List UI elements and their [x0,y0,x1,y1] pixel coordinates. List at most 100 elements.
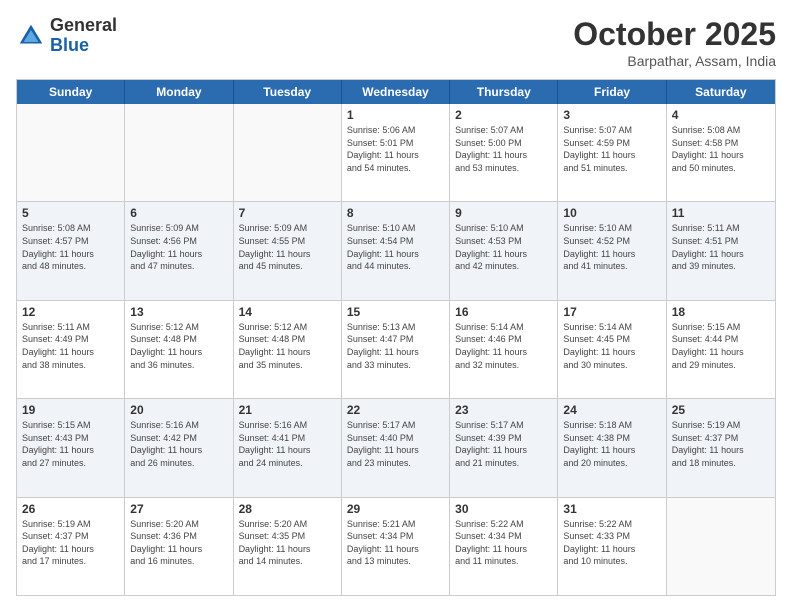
day-number: 11 [672,206,770,220]
weekday-header: Thursday [450,80,558,104]
calendar-row: 1 Sunrise: 5:06 AM Sunset: 5:01 PM Daylig… [17,104,775,202]
day-info: Sunrise: 5:16 AM Sunset: 4:41 PM Dayligh… [239,419,336,469]
day-info: Sunrise: 5:14 AM Sunset: 4:46 PM Dayligh… [455,321,552,371]
weekday-header: Tuesday [234,80,342,104]
day-cell: 14Sunrise: 5:12 AM Sunset: 4:48 PM Dayli… [234,301,342,398]
day-cell: 17Sunrise: 5:14 AM Sunset: 4:45 PM Dayli… [558,301,666,398]
day-number: 8 [347,206,444,220]
empty-cell [667,498,775,595]
day-cell: 27 Sunrise: 5:20 AM Sunset: 4:36 PM Dayli… [125,498,233,595]
logo-general-text: General [50,16,117,36]
day-cell: 1 Sunrise: 5:06 AM Sunset: 5:01 PM Daylig… [342,104,450,201]
day-info: Sunrise: 5:22 AM Sunset: 4:33 PM Dayligh… [563,518,660,568]
header: General Blue October 2025 Barpathar, Ass… [16,16,776,69]
weekday-header: Friday [558,80,666,104]
day-number: 9 [455,206,552,220]
weekday-header: Sunday [17,80,125,104]
day-info: Sunrise: 5:21 AM Sunset: 4:34 PM Dayligh… [347,518,444,568]
day-number: 24 [563,403,660,417]
day-cell: 5Sunrise: 5:08 AM Sunset: 4:57 PM Daylig… [17,202,125,299]
empty-cell [234,104,342,201]
day-info: Sunrise: 5:17 AM Sunset: 4:39 PM Dayligh… [455,419,552,469]
calendar-row: 12 Sunrise: 5:11 AM Sunset: 4:49 PM Dayli… [17,301,775,399]
day-cell: 15Sunrise: 5:13 AM Sunset: 4:47 PM Dayli… [342,301,450,398]
day-info: Sunrise: 5:09 AM Sunset: 4:56 PM Dayligh… [130,222,227,272]
day-cell: 2Sunrise: 5:07 AM Sunset: 5:00 PM Daylig… [450,104,558,201]
day-number: 21 [239,403,336,417]
day-info: Sunrise: 5:20 AM Sunset: 4:35 PM Dayligh… [239,518,336,568]
location: Barpathar, Assam, India [573,53,776,69]
day-cell: 10Sunrise: 5:10 AM Sunset: 4:52 PM Dayli… [558,202,666,299]
day-number: 13 [130,305,227,319]
day-info: Sunrise: 5:19 AM Sunset: 4:37 PM Dayligh… [22,518,119,568]
day-info: Sunrise: 5:19 AM Sunset: 4:37 PM Dayligh… [672,419,770,469]
logo-text: General Blue [50,16,117,56]
calendar-header: SundayMondayTuesdayWednesdayThursdayFrid… [17,80,775,104]
day-number: 19 [22,403,119,417]
day-cell: 20 Sunrise: 5:16 AM Sunset: 4:42 PM Dayli… [125,399,233,496]
day-cell: 29 Sunrise: 5:21 AM Sunset: 4:34 PM Dayli… [342,498,450,595]
day-number: 1 [347,108,444,122]
day-cell: 25 Sunrise: 5:19 AM Sunset: 4:37 PM Dayli… [667,399,775,496]
logo: General Blue [16,16,117,56]
day-cell: 4Sunrise: 5:08 AM Sunset: 4:58 PM Daylig… [667,104,775,201]
day-info: Sunrise: 5:15 AM Sunset: 4:43 PM Dayligh… [22,419,119,469]
day-cell: 26 Sunrise: 5:19 AM Sunset: 4:37 PM Dayli… [17,498,125,595]
day-info: Sunrise: 5:12 AM Sunset: 4:48 PM Dayligh… [239,321,336,371]
day-number: 26 [22,502,119,516]
weekday-header: Saturday [667,80,775,104]
day-cell: 7 Sunrise: 5:09 AM Sunset: 4:55 PM Daylig… [234,202,342,299]
month-title: October 2025 [573,16,776,53]
calendar-body: 1 Sunrise: 5:06 AM Sunset: 5:01 PM Daylig… [17,104,775,595]
day-info: Sunrise: 5:12 AM Sunset: 4:48 PM Dayligh… [130,321,227,371]
weekday-header: Wednesday [342,80,450,104]
day-info: Sunrise: 5:06 AM Sunset: 5:01 PM Dayligh… [347,124,444,174]
day-cell: 16Sunrise: 5:14 AM Sunset: 4:46 PM Dayli… [450,301,558,398]
day-number: 25 [672,403,770,417]
day-info: Sunrise: 5:10 AM Sunset: 4:54 PM Dayligh… [347,222,444,272]
day-cell: 22Sunrise: 5:17 AM Sunset: 4:40 PM Dayli… [342,399,450,496]
day-number: 29 [347,502,444,516]
day-number: 22 [347,403,444,417]
title-area: October 2025 Barpathar, Assam, India [573,16,776,69]
day-number: 28 [239,502,336,516]
day-cell: 19 Sunrise: 5:15 AM Sunset: 4:43 PM Dayli… [17,399,125,496]
day-number: 31 [563,502,660,516]
day-number: 4 [672,108,770,122]
day-cell: 13 Sunrise: 5:12 AM Sunset: 4:48 PM Dayli… [125,301,233,398]
day-number: 23 [455,403,552,417]
day-info: Sunrise: 5:10 AM Sunset: 4:53 PM Dayligh… [455,222,552,272]
day-info: Sunrise: 5:10 AM Sunset: 4:52 PM Dayligh… [563,222,660,272]
calendar-page: General Blue October 2025 Barpathar, Ass… [0,0,792,612]
day-number: 15 [347,305,444,319]
day-cell: 24Sunrise: 5:18 AM Sunset: 4:38 PM Dayli… [558,399,666,496]
weekday-header: Monday [125,80,233,104]
calendar-row: 26 Sunrise: 5:19 AM Sunset: 4:37 PM Dayli… [17,498,775,595]
calendar: SundayMondayTuesdayWednesdayThursdayFrid… [16,79,776,596]
day-cell: 6Sunrise: 5:09 AM Sunset: 4:56 PM Daylig… [125,202,233,299]
day-info: Sunrise: 5:09 AM Sunset: 4:55 PM Dayligh… [239,222,336,272]
empty-cell [17,104,125,201]
day-number: 7 [239,206,336,220]
day-info: Sunrise: 5:16 AM Sunset: 4:42 PM Dayligh… [130,419,227,469]
day-info: Sunrise: 5:11 AM Sunset: 4:49 PM Dayligh… [22,321,119,371]
day-info: Sunrise: 5:20 AM Sunset: 4:36 PM Dayligh… [130,518,227,568]
day-number: 12 [22,305,119,319]
day-number: 27 [130,502,227,516]
day-number: 17 [563,305,660,319]
day-info: Sunrise: 5:07 AM Sunset: 5:00 PM Dayligh… [455,124,552,174]
day-info: Sunrise: 5:22 AM Sunset: 4:34 PM Dayligh… [455,518,552,568]
calendar-row: 19 Sunrise: 5:15 AM Sunset: 4:43 PM Dayli… [17,399,775,497]
day-cell: 18Sunrise: 5:15 AM Sunset: 4:44 PM Dayli… [667,301,775,398]
day-info: Sunrise: 5:08 AM Sunset: 4:57 PM Dayligh… [22,222,119,272]
day-number: 18 [672,305,770,319]
day-cell: 12 Sunrise: 5:11 AM Sunset: 4:49 PM Dayli… [17,301,125,398]
day-number: 3 [563,108,660,122]
day-cell: 30 Sunrise: 5:22 AM Sunset: 4:34 PM Dayli… [450,498,558,595]
day-number: 20 [130,403,227,417]
day-number: 30 [455,502,552,516]
day-cell: 9 Sunrise: 5:10 AM Sunset: 4:53 PM Daylig… [450,202,558,299]
day-cell: 23 Sunrise: 5:17 AM Sunset: 4:39 PM Dayli… [450,399,558,496]
logo-icon [16,21,46,51]
calendar-row: 5Sunrise: 5:08 AM Sunset: 4:57 PM Daylig… [17,202,775,300]
